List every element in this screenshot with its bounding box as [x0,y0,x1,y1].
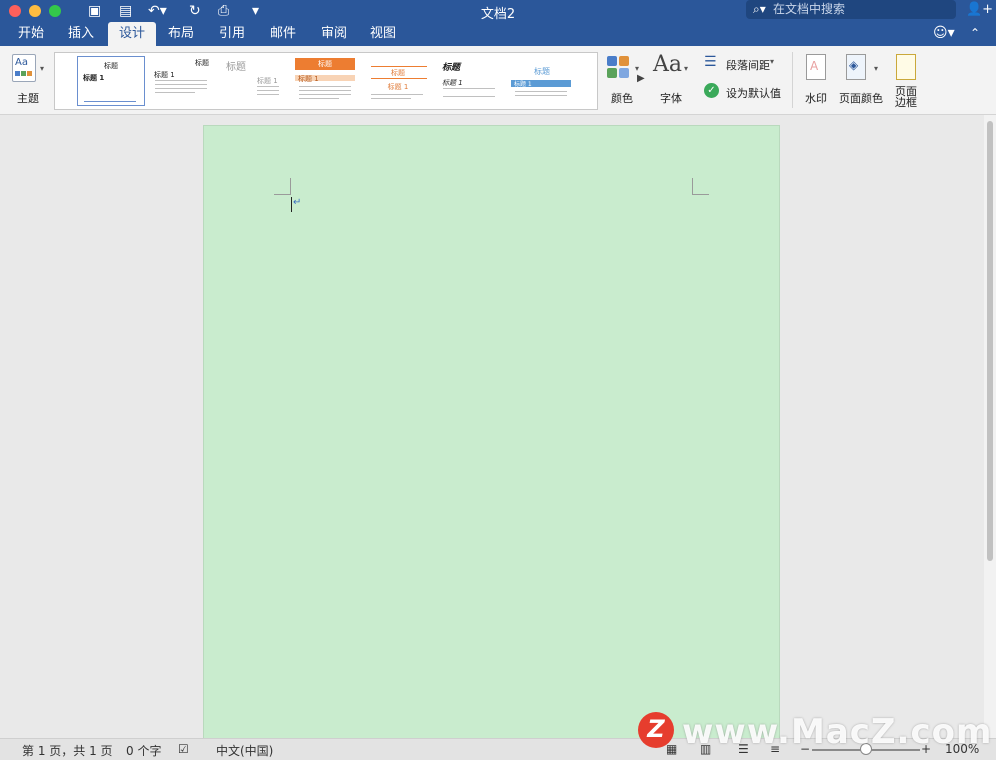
colors-label: 颜色 [611,92,633,105]
paragraph-spacing-dropdown-icon: ▾ [770,57,775,66]
page-color-button[interactable]: ◈ ▾ 页面颜色 [838,52,884,108]
word-count[interactable]: 0 个字 [126,742,161,759]
paragraph-spacing-label: 段落间距 [726,59,770,72]
language[interactable]: 中文(中国) [216,742,273,759]
margin-corner-top-right [692,178,709,195]
thumb-title: 标题 [195,59,209,67]
page-color-dropdown-icon: ▾ [874,64,879,73]
proofing-icon[interactable]: ☑ [178,742,189,756]
fonts-label: 字体 [660,92,682,105]
thumb-title: 标题 [104,62,118,70]
macz-logo: Z [638,712,674,748]
ribbon-divider [792,52,793,108]
colors-button[interactable]: ▾ 颜色 [604,52,644,108]
thumb-heading: 标题 1 [298,75,319,83]
page-color-label: 页面颜色 [839,92,883,105]
color-palette-icon [607,56,631,80]
document-page[interactable]: ↵ [203,125,780,740]
thumb-heading: 标题 1 [442,79,463,87]
collapse-ribbon-icon[interactable]: ⌃ [970,26,980,40]
page-borders-button[interactable]: 页面 边框 [890,52,922,112]
watermark-label: 水印 [805,92,827,105]
style-set-thumb[interactable]: 标题 标题 1 [221,56,287,104]
paragraph-spacing-icon: ☰ [704,54,717,70]
tab-layout[interactable]: 布局 [158,22,204,46]
thumb-heading: 标题 1 [83,74,105,82]
tab-view[interactable]: 视图 [360,22,406,46]
tab-mailings[interactable]: 邮件 [259,22,307,46]
search-box[interactable]: ⌕▾ 在文档中搜索 [746,0,956,19]
style-set-thumb[interactable]: 标题 标题 1 [437,56,503,104]
share-user-icon[interactable]: 👤+ [966,2,993,17]
page-borders-label-line2: 边框 [895,96,917,109]
page-borders-icon [896,54,916,80]
document-canvas: ↵ [0,115,984,740]
scrollbar-thumb[interactable] [987,121,993,561]
paragraph-spacing-button[interactable]: ☰ 段落间距 ▾ [702,54,786,74]
theme-dropdown-icon: ▾ [40,64,45,73]
thumb-title: 标题 [226,62,246,73]
fonts-icon: Aa [653,52,683,77]
checkmark-icon: ✓ [704,83,719,98]
ribbon-tabs: 开始 插入 设计 布局 引用 邮件 审阅 视图 ☺▾ ⌃ [0,22,996,46]
theme-icon: Aa [12,54,36,82]
tab-insert[interactable]: 插入 [58,22,104,46]
page-count[interactable]: 第 1 页，共 1 页 [22,742,113,759]
watermark-button[interactable]: A 水印 [798,52,834,108]
theme-glyph: Aa [15,57,28,68]
thumb-heading: 标题 1 [154,71,175,79]
thumb-title: 标题 [391,69,405,77]
thumb-heading: 标题 1 [514,81,532,88]
title-bar: ▣ ▤ ↶▾ ↻ ⎙ ▾ 文档2 ⌕▾ 在文档中搜索 👤+ [0,0,996,22]
margin-corner-top-left [274,178,291,195]
search-icon: ⌕▾ [753,2,766,16]
tab-references[interactable]: 引用 [208,22,256,46]
vertical-scrollbar[interactable] [984,115,996,738]
tab-design[interactable]: 设计 [108,22,156,46]
design-ribbon: Aa ▾ 主题 标题 标题 1 标题 标题 1 标题 标题 1 标题 标题 1 … [0,46,996,115]
style-set-gallery[interactable]: 标题 标题 1 标题 标题 1 标题 标题 1 标题 标题 1 标题 标题 1 … [54,52,645,110]
style-set-thumb[interactable]: 标题 标题 1 [293,56,359,104]
style-set-thumb[interactable]: 标题 标题 1 [365,56,431,104]
thumb-title: 标题 [318,60,332,68]
fonts-dropdown-icon: ▾ [684,64,689,73]
feedback-smiley-icon[interactable]: ☺▾ [933,25,955,41]
page-color-icon: ◈ [846,54,866,80]
watermark-icon: A [806,54,826,80]
print-layout-icon[interactable]: ▦ [666,742,677,756]
text-cursor [291,197,292,212]
page-borders-label: 页面 边框 [890,86,922,108]
style-set-thumb[interactable]: 标题 标题 1 [77,56,145,106]
style-set-thumb[interactable]: 标题 标题 1 [149,56,215,104]
fonts-button[interactable]: Aa ▾ 字体 [650,52,694,108]
thumb-heading: 标题 1 [257,77,278,85]
paragraph-mark: ↵ [293,197,302,208]
tab-home[interactable]: 开始 [8,22,54,46]
thumb-title: 标题 [534,67,550,76]
set-as-default-button[interactable]: ✓ 设为默认值 [702,82,786,102]
tab-review[interactable]: 审阅 [310,22,358,46]
thumb-title: 标题 [442,63,461,73]
thumb-heading: 标题 1 [387,83,409,91]
search-placeholder: 在文档中搜索 [773,2,846,16]
style-set-thumb[interactable]: 标题 标题 1 [509,56,575,104]
macz-watermark-text: www.MacZ.com [682,712,993,752]
themes-button[interactable]: Aa ▾ 主题 [8,52,48,108]
theme-label: 主题 [17,92,39,105]
colors-dropdown-icon: ▾ [635,64,640,73]
set-as-default-label: 设为默认值 [726,87,781,100]
